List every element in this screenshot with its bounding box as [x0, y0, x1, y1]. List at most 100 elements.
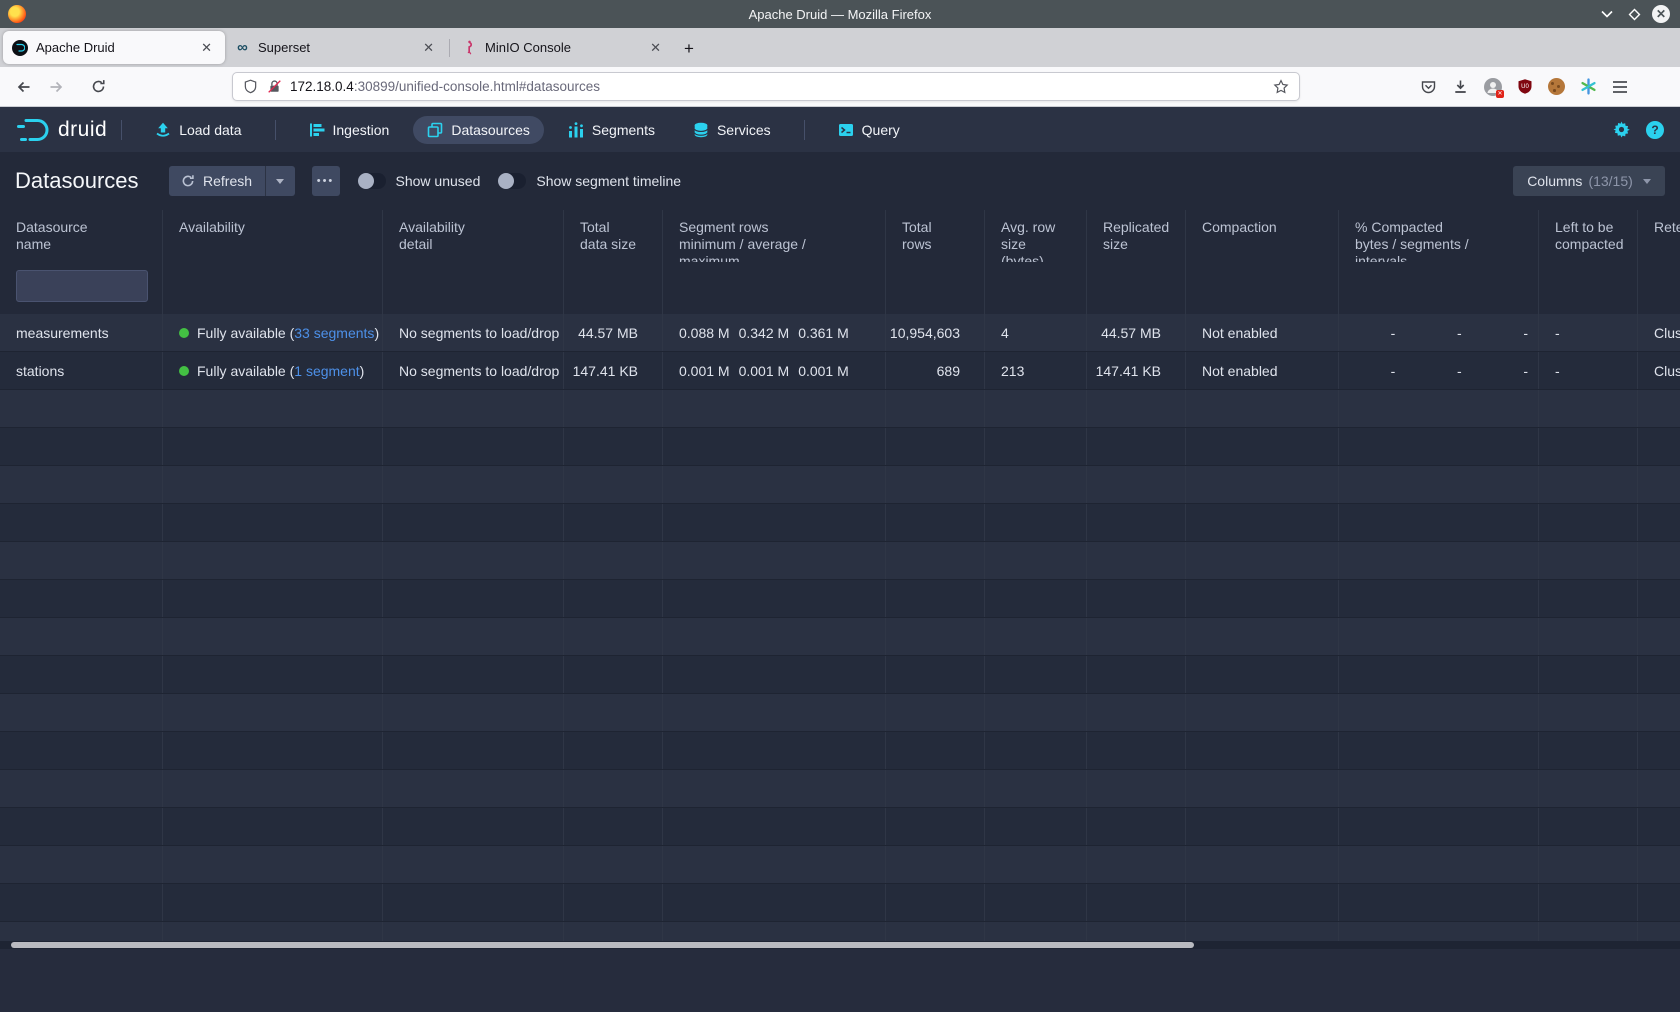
column-header-availability_detail[interactable]: Availability detail	[383, 210, 564, 262]
services-icon	[693, 122, 709, 138]
empty-row	[0, 694, 1680, 732]
show-unused-label: Show unused	[396, 173, 481, 189]
tab-apache-druid[interactable]: Apache Druid ✕	[3, 31, 225, 64]
url-bar[interactable]: 172.18.0.4:30899/unified-console.html#da…	[232, 72, 1300, 101]
tab-close-icon[interactable]: ✕	[646, 38, 665, 58]
tab-close-icon[interactable]: ✕	[197, 38, 216, 58]
empty-cell	[1186, 694, 1339, 731]
nav-item-label: Datasources	[451, 122, 530, 138]
nav-item-services[interactable]: Services	[679, 116, 785, 144]
gear-icon[interactable]	[1612, 120, 1631, 139]
column-header-compaction[interactable]: Compaction	[1186, 210, 1339, 262]
column-header-pct_compacted[interactable]: % Compacted bytes / segments / intervals	[1339, 210, 1539, 262]
refresh-button[interactable]: Refresh	[169, 166, 265, 196]
cell-name: measurements	[0, 314, 163, 351]
filter-cell	[1087, 262, 1186, 314]
nav-item-query[interactable]: Query	[824, 116, 914, 144]
download-icon[interactable]	[1452, 79, 1469, 95]
column-header-availability[interactable]: Availability	[163, 210, 383, 262]
cookie-icon[interactable]	[1548, 78, 1565, 95]
empty-cell	[0, 580, 163, 617]
empty-cell	[0, 504, 163, 541]
column-header-total_data_size[interactable]: Total data size	[564, 210, 663, 262]
segments-link[interactable]: 33 segments	[294, 325, 374, 341]
empty-cell	[1339, 618, 1539, 655]
empty-cell	[886, 694, 985, 731]
back-icon[interactable]	[10, 73, 38, 101]
column-header-segment_rows[interactable]: Segment rows minimum / average / maximum	[663, 210, 886, 262]
empty-cell	[1539, 466, 1638, 503]
empty-cell	[163, 770, 383, 807]
window-close-icon[interactable]: ✕	[1652, 5, 1670, 23]
empty-cell	[985, 732, 1087, 769]
segments-link[interactable]: 1 segment	[294, 363, 359, 379]
tab-separator	[449, 39, 450, 57]
empty-cell	[663, 694, 886, 731]
window-shade-icon[interactable]	[1598, 5, 1616, 23]
refresh-dropdown-button[interactable]	[265, 166, 295, 196]
column-header-left_to_compact[interactable]: Left to be compacted	[1539, 210, 1638, 262]
column-header-total_rows[interactable]: Total rows	[886, 210, 985, 262]
empty-cell	[985, 504, 1087, 541]
empty-cell	[1539, 808, 1638, 845]
more-actions-button[interactable]: •••	[312, 166, 340, 196]
empty-cell	[663, 656, 886, 693]
tab-superset[interactable]: ∞ Superset ✕	[225, 31, 447, 64]
empty-cell	[163, 390, 383, 427]
datasource-filter-input[interactable]	[16, 270, 148, 302]
empty-cell	[163, 428, 383, 465]
new-tab-button[interactable]: +	[684, 39, 694, 59]
empty-cell	[663, 808, 886, 845]
empty-row	[0, 656, 1680, 694]
empty-cell	[564, 580, 663, 617]
column-header-replicated_size[interactable]: Replicated size	[1087, 210, 1186, 262]
column-header-retention[interactable]: Retention	[1638, 210, 1680, 262]
tab-close-icon[interactable]: ✕	[419, 38, 438, 58]
nav-item-datasources[interactable]: Datasources	[413, 116, 544, 144]
empty-cell	[383, 770, 564, 807]
tab-minio-console[interactable]: MinIO Console ✕	[452, 31, 674, 64]
druid-logo[interactable]: druid	[16, 116, 107, 144]
reload-icon[interactable]	[84, 73, 112, 101]
menu-icon[interactable]	[1612, 80, 1628, 94]
bookmark-star-icon[interactable]	[1273, 79, 1289, 95]
columns-button[interactable]: Columns (13/15)	[1513, 166, 1665, 196]
empty-cell	[886, 390, 985, 427]
forward-icon[interactable]	[42, 73, 70, 101]
query-icon	[838, 122, 854, 138]
window-maximize-icon[interactable]	[1625, 5, 1643, 23]
toggle-knob	[358, 173, 374, 189]
empty-cell	[1339, 808, 1539, 845]
cell-total_rows: 10,954,603	[886, 314, 985, 351]
nav-item-ingestion[interactable]: Ingestion	[295, 116, 404, 144]
nav-item-load-data[interactable]: Load data	[141, 116, 255, 144]
empty-cell	[0, 922, 163, 941]
empty-cell	[383, 732, 564, 769]
column-header-name[interactable]: Datasource name	[0, 210, 163, 262]
empty-cell	[1087, 770, 1186, 807]
empty-cell	[163, 618, 383, 655]
horizontal-scrollbar-thumb[interactable]	[11, 942, 1194, 948]
extension-asterisk-icon[interactable]	[1580, 78, 1597, 95]
tab-bar: Apache Druid ✕ ∞ Superset ✕ MinIO Consol…	[0, 28, 1680, 67]
show-segment-timeline-toggle[interactable]	[498, 173, 526, 189]
empty-cell	[1339, 466, 1539, 503]
chevron-down-icon	[1643, 179, 1651, 184]
show-unused-toggle[interactable]	[358, 173, 386, 189]
empty-cell	[1087, 390, 1186, 427]
adblock-shield-icon[interactable]: U0	[1517, 78, 1533, 95]
empty-cell	[383, 542, 564, 579]
empty-cell	[163, 504, 383, 541]
empty-cell	[564, 618, 663, 655]
empty-cell	[663, 504, 886, 541]
tab-label: Superset	[258, 40, 419, 55]
empty-cell	[0, 542, 163, 579]
empty-cell	[663, 390, 886, 427]
nav-item-segments[interactable]: Segments	[554, 116, 669, 144]
help-icon[interactable]: ?	[1646, 121, 1664, 139]
account-icon[interactable]: ✕	[1484, 78, 1502, 96]
empty-cell	[663, 428, 886, 465]
column-header-avg_row_size[interactable]: Avg. row size (bytes)	[985, 210, 1087, 262]
pocket-icon[interactable]	[1420, 79, 1437, 95]
empty-cell	[886, 770, 985, 807]
